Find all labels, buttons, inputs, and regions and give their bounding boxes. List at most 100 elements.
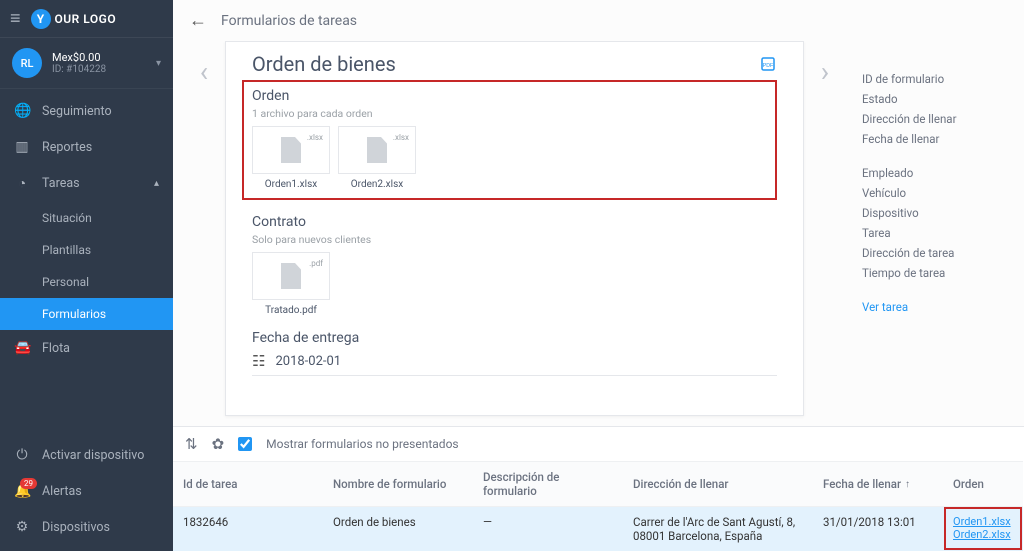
section-title: Contrato	[252, 214, 777, 230]
nav-seguimiento[interactable]: 🌐Seguimiento	[0, 93, 173, 129]
logo-text: OUR LOGO	[55, 12, 117, 26]
nav-plantillas[interactable]: Plantillas	[0, 234, 173, 266]
panel-item: Vehículo	[862, 183, 1000, 203]
forms-table: Id de tarea Nombre de formulario Descrip…	[173, 461, 1024, 551]
col-dir[interactable]: Dirección de llenar	[623, 461, 813, 506]
nav-flota[interactable]: 🚘 Flota	[0, 330, 173, 366]
date-display[interactable]: ☷ 2018-02-01	[252, 352, 777, 376]
calendar-icon: ☷	[252, 352, 265, 370]
gear-icon: ⚙	[14, 519, 30, 535]
sidebar-bottom: ⏻ Activar dispositivo 🔔Alertas ⚙ Dispositi…	[0, 437, 173, 551]
col-fecha[interactable]: Fecha de llenar ↑	[813, 461, 943, 506]
account-id: ID: #104228	[52, 64, 146, 75]
page-header: ← Formularios de tareas	[173, 0, 1024, 41]
nav-label: Reportes	[42, 140, 92, 155]
form-card: Orden de bienes PDF Orden 1 archivo para…	[225, 41, 804, 416]
nav-personal[interactable]: Personal	[0, 266, 173, 298]
col-nombre[interactable]: Nombre de formulario	[323, 461, 473, 506]
date-value: 2018-02-01	[275, 354, 341, 369]
cell-id: 1832646	[173, 506, 323, 551]
logo-mark: Y	[31, 9, 51, 29]
col-desc[interactable]: Descripción de formulario	[473, 461, 623, 506]
col-orden[interactable]: Orden	[943, 461, 1023, 506]
nav-reportes[interactable]: ▥ Reportes	[0, 129, 173, 165]
bell-icon: 🔔	[14, 483, 30, 499]
details-panel: ID de formulario Estado Dirección de lle…	[846, 41, 1014, 416]
fecha-section: Fecha de entrega ☷ 2018-02-01	[252, 330, 777, 376]
cell-nombre: Orden de bienes	[323, 506, 473, 551]
cell-orden: Orden1.xlsx Orden2.xlsx	[943, 506, 1023, 551]
next-arrow[interactable]: ›	[804, 41, 846, 416]
sort-asc-icon: ↑	[905, 479, 910, 490]
file-name: Tratado.pdf	[252, 305, 330, 316]
contrato-section: Contrato Solo para nuevos clientes .pdf …	[252, 214, 777, 316]
main-nav: 🌐Seguimiento ▥ Reportes ◔ Tareas ▴ Situació…	[0, 89, 173, 437]
file-tile[interactable]: .xlsx Orden1.xlsx	[252, 126, 330, 190]
file-ext: .xlsx	[393, 133, 409, 142]
file-icon	[281, 263, 301, 289]
power-icon: ⏻	[14, 447, 30, 463]
prev-arrow[interactable]: ‹	[183, 41, 225, 416]
nav-dispositivos[interactable]: ⚙ Dispositivos	[0, 509, 173, 545]
panel-item: Tarea	[862, 223, 1000, 243]
table-toolbar: ⇅ ✿ Mostrar formularios no presentados	[173, 427, 1024, 461]
file-link[interactable]: Orden1.xlsx	[953, 515, 1013, 528]
account-block[interactable]: RL Mex$0.00 ID: #104228 ▾	[0, 38, 173, 89]
back-arrow-icon[interactable]: ←	[189, 10, 207, 31]
account-balance: Mex$0.00	[52, 51, 146, 64]
table-area: ⇅ ✿ Mostrar formularios no presentados I…	[173, 426, 1024, 551]
col-id[interactable]: Id de tarea	[173, 461, 323, 506]
ver-tarea-link[interactable]: Ver tarea	[862, 297, 1000, 317]
panel-item: Empleado	[862, 163, 1000, 183]
nav-activar[interactable]: ⏻ Activar dispositivo	[0, 437, 173, 473]
file-icon	[367, 137, 387, 163]
file-ext: .xlsx	[307, 133, 323, 142]
panel-item: Tiempo de tarea	[862, 263, 1000, 283]
page-title: Formularios de tareas	[221, 13, 357, 29]
cell-dir: Carrer de l'Arc de Sant Agustí, 8, 08001…	[623, 506, 813, 551]
logo[interactable]: Y OUR LOGO	[31, 9, 117, 29]
globe-icon: 🌐	[14, 103, 30, 119]
settings-icon[interactable]: ✿	[212, 435, 225, 453]
checkbox-label: Mostrar formularios no presentados	[266, 437, 458, 451]
section-subtitle: Solo para nuevos clientes	[252, 233, 777, 246]
panel-item: Fecha de llenar	[862, 129, 1000, 149]
main: ← Formularios de tareas ‹ Orden de biene…	[173, 0, 1024, 551]
section-title: Fecha de entrega	[252, 330, 777, 346]
chevron-up-icon: ▴	[154, 178, 159, 189]
file-name: Orden1.xlsx	[252, 179, 330, 190]
nav-label: Flota	[42, 341, 70, 356]
panel-item: Dirección de tarea	[862, 243, 1000, 263]
cell-desc: —	[473, 506, 623, 551]
nav-label: Tareas	[42, 176, 80, 191]
pdf-export-icon[interactable]: PDF	[759, 55, 777, 73]
section-subtitle: 1 archivo para cada orden	[252, 107, 767, 120]
avatar: RL	[12, 48, 42, 78]
nav-situacion[interactable]: Situación	[0, 202, 173, 234]
chart-icon: ▥	[14, 139, 30, 155]
col-label: Fecha de llenar	[823, 477, 901, 491]
orden-section: Orden 1 archivo para cada orden .xlsx Or…	[242, 80, 777, 200]
panel-item: ID de formulario	[862, 69, 1000, 89]
panel-item: Dispositivo	[862, 203, 1000, 223]
nav-alertas[interactable]: 🔔Alertas	[0, 473, 173, 509]
nav-tareas[interactable]: ◔ Tareas ▴	[0, 165, 173, 202]
show-unsubmitted-checkbox[interactable]	[238, 437, 252, 451]
panel-item: Estado	[862, 89, 1000, 109]
file-tile[interactable]: .pdf Tratado.pdf	[252, 252, 330, 316]
file-link[interactable]: Orden2.xlsx	[953, 528, 1013, 541]
filter-icon[interactable]: ⇅	[185, 435, 198, 453]
file-tile[interactable]: .xlsx Orden2.xlsx	[338, 126, 416, 190]
menu-toggle-icon[interactable]: ≡	[10, 8, 21, 29]
nav-label: Dispositivos	[42, 520, 110, 535]
clock-icon: ◔	[14, 175, 30, 192]
svg-text:PDF: PDF	[763, 63, 774, 69]
card-title: Orden de bienes	[252, 52, 396, 76]
panel-item: Dirección de llenar	[862, 109, 1000, 129]
section-title: Orden	[252, 88, 767, 104]
car-icon: 🚘	[14, 340, 30, 356]
nav-label: Activar dispositivo	[42, 448, 144, 463]
file-ext: .pdf	[309, 259, 323, 268]
nav-formularios[interactable]: Formularios	[0, 298, 173, 330]
chevron-down-icon: ▾	[156, 58, 161, 69]
